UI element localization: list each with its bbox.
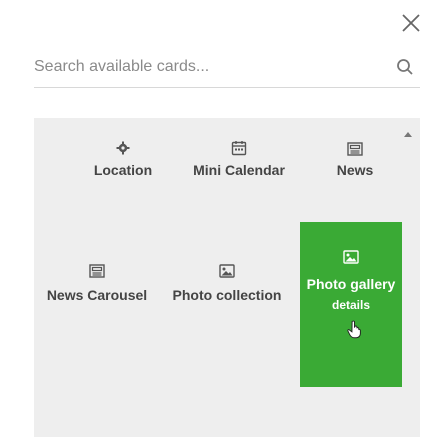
card-news[interactable]: News bbox=[300, 118, 410, 198]
card-label: News bbox=[336, 162, 374, 178]
calendar-icon bbox=[231, 141, 247, 156]
search-bar bbox=[34, 48, 420, 88]
card-news-carousel[interactable]: News Carousel bbox=[34, 244, 160, 324]
card-label: Photo gallery bbox=[306, 276, 396, 292]
card-mini-calendar[interactable]: Mini Calendar bbox=[178, 118, 300, 198]
details-button[interactable]: details bbox=[300, 298, 402, 312]
card-label: Mini Calendar bbox=[193, 162, 285, 178]
gear-icon bbox=[116, 141, 130, 155]
card-label: Location bbox=[93, 162, 153, 178]
card-label: Photo collection bbox=[172, 287, 282, 303]
card-label: News Carousel bbox=[46, 287, 148, 303]
card-photo-gallery[interactable]: Photo gallery details bbox=[300, 222, 402, 387]
card-location[interactable]: Location bbox=[68, 118, 178, 198]
newspaper-icon bbox=[89, 264, 105, 278]
search-input[interactable] bbox=[34, 54, 374, 80]
search-icon[interactable] bbox=[396, 58, 414, 76]
card-photo-collection[interactable]: Photo collection bbox=[160, 244, 294, 324]
close-icon[interactable] bbox=[400, 12, 422, 34]
newspaper-icon bbox=[347, 142, 363, 156]
pointer-hand-icon bbox=[347, 320, 361, 339]
cards-panel: Location Mini Calendar News News Carouse… bbox=[34, 118, 420, 437]
photo-icon bbox=[219, 264, 235, 278]
photo-icon bbox=[343, 250, 359, 264]
